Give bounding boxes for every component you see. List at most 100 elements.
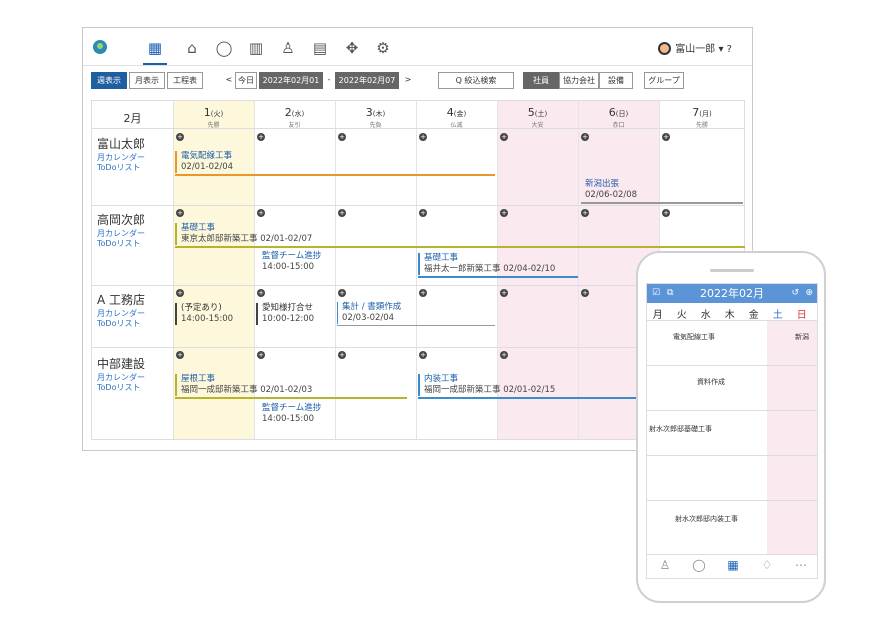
todo-list-link[interactable]: ToDoリスト	[97, 163, 140, 173]
event-card[interactable]: 電気配線工事 02/01-02/04	[175, 151, 233, 173]
add-event-icon[interactable]: +	[419, 209, 427, 217]
undo-icon[interactable]: ↺	[791, 284, 799, 303]
resource-name: 中部建設	[97, 357, 146, 371]
phone-event[interactable]: 新潟	[795, 332, 809, 342]
add-event-icon[interactable]: +	[662, 133, 670, 141]
month-calendar-link[interactable]: 月カレンダー	[97, 373, 145, 383]
date-separator: -	[325, 72, 333, 89]
cross-arrow-icon[interactable]: ✥	[342, 38, 362, 58]
event-card[interactable]: 基礎工事 東京太郎邸新築工事 02/01-02/07	[175, 223, 312, 245]
add-event-icon[interactable]: +	[581, 133, 589, 141]
filter-search-button[interactable]: Q 絞込検索	[438, 72, 514, 89]
phone-event[interactable]: 射水次郎邸基礎工事	[649, 424, 712, 434]
end-date-field[interactable]: 2022年02月07日	[335, 72, 399, 100]
add-event-icon[interactable]: +	[338, 289, 346, 297]
add-event-icon[interactable]: +	[257, 351, 265, 359]
group-filter[interactable]: グループ	[644, 72, 684, 89]
prev-button[interactable]: <	[224, 72, 234, 89]
add-event-icon[interactable]: +	[257, 209, 265, 217]
event-card[interactable]: 監督チーム進捗 14:00-15:00	[258, 403, 321, 425]
day-5[interactable]: 5(土) 大安	[497, 101, 578, 129]
add-event-icon[interactable]: +	[338, 209, 346, 217]
next-button[interactable]: >	[403, 72, 413, 89]
month-view-button[interactable]: 月表示	[129, 72, 165, 89]
event-card[interactable]: 監督チーム進捗 14:00-15:00	[258, 251, 321, 273]
week-view-button[interactable]: 週表示	[91, 72, 127, 89]
equipment-filter[interactable]: 設備	[599, 72, 633, 89]
event-span-bar	[418, 397, 640, 399]
today-button[interactable]: 今日	[235, 72, 257, 89]
event-span-bar	[418, 276, 578, 278]
chat-icon[interactable]: ◯	[689, 558, 709, 572]
day-4[interactable]: 4(金) 仏滅	[416, 101, 497, 129]
add-event-icon[interactable]: +	[500, 209, 508, 217]
check-icon[interactable]: ☑	[652, 284, 660, 303]
partner-filter[interactable]: 協力会社	[559, 72, 599, 89]
event-card[interactable]: 屋根工事 福岡一成邸新築工事 02/01-02/03	[175, 374, 312, 396]
user-dropdown[interactable]: ▾ ?	[718, 44, 732, 55]
add-event-icon[interactable]: +	[419, 289, 427, 297]
day-3[interactable]: 3(木) 先負	[335, 101, 416, 129]
event-span-bar	[175, 397, 407, 399]
phone-event[interactable]: 電気配線工事	[673, 332, 715, 342]
event-card[interactable]: 新潟出張 02/06-02/08	[581, 179, 637, 201]
event-card[interactable]: 愛知様打合せ 10:00-12:00	[256, 303, 314, 325]
staff-filter[interactable]: 社員	[523, 72, 559, 89]
start-date-field[interactable]: 2022年02月01日	[259, 72, 323, 100]
bell-icon[interactable]: ♢	[757, 558, 777, 572]
event-card[interactable]: 基礎工事 福井太一郎新築工事 02/04-02/10	[418, 253, 555, 275]
add-event-icon[interactable]: +	[338, 351, 346, 359]
add-circle-icon[interactable]: ⊕	[805, 284, 813, 303]
document-icon[interactable]: ▤	[310, 38, 330, 58]
people-icon[interactable]: ♙	[655, 558, 675, 572]
process-view-button[interactable]: 工程表	[167, 72, 203, 89]
phone-header: ☑ ⧉ 2022年02月 ↺ ⊕	[647, 284, 817, 303]
add-event-icon[interactable]: +	[176, 351, 184, 359]
weekday-label: 日	[796, 310, 807, 321]
todo-list-link[interactable]: ToDoリスト	[97, 319, 140, 329]
weekday-label: 木	[724, 310, 735, 321]
phone-event[interactable]: 資料作成	[697, 377, 725, 387]
add-event-icon[interactable]: +	[419, 351, 427, 359]
month-calendar-link[interactable]: 月カレンダー	[97, 229, 145, 239]
add-event-icon[interactable]: +	[176, 289, 184, 297]
resource-name: 高岡次郎	[97, 213, 146, 227]
add-event-icon[interactable]: +	[500, 133, 508, 141]
calendar-icon[interactable]: ▦	[143, 38, 167, 65]
add-event-icon[interactable]: +	[581, 289, 589, 297]
todo-list-link[interactable]: ToDoリスト	[97, 239, 140, 249]
add-event-icon[interactable]: +	[176, 209, 184, 217]
add-event-icon[interactable]: +	[419, 133, 427, 141]
day-6[interactable]: 6(日) 赤口	[578, 101, 659, 129]
add-event-icon[interactable]: +	[581, 209, 589, 217]
day-7[interactable]: 7(月) 先勝	[659, 101, 745, 129]
month-calendar-link[interactable]: 月カレンダー	[97, 309, 145, 319]
add-event-icon[interactable]: +	[257, 289, 265, 297]
event-card[interactable]: 集計 / 書類作成 02/03-02/04	[337, 302, 401, 324]
todo-list-link[interactable]: ToDoリスト	[97, 383, 140, 393]
people-icon[interactable]: ♙	[278, 38, 298, 58]
add-event-icon[interactable]: +	[257, 133, 265, 141]
event-card[interactable]: (予定あり) 14:00-15:00	[175, 303, 233, 325]
more-icon[interactable]: ⋯	[791, 558, 811, 572]
book-icon[interactable]: ▥	[246, 38, 266, 58]
weekday-label: 月	[652, 310, 663, 321]
gear-icon[interactable]: ⚙	[373, 38, 393, 58]
add-event-icon[interactable]: +	[662, 209, 670, 217]
day-2[interactable]: 2(水) 友引	[254, 101, 335, 129]
phone-event[interactable]: 射水次郎邸内装工事	[675, 514, 738, 524]
day-1[interactable]: 1(火) 先勝	[173, 101, 254, 129]
user-menu[interactable]: 富山一郎 ▾ ?	[658, 40, 732, 55]
add-event-icon[interactable]: +	[176, 133, 184, 141]
home-icon[interactable]: ⌂	[182, 38, 202, 58]
add-event-icon[interactable]: +	[500, 351, 508, 359]
add-event-icon[interactable]: +	[500, 289, 508, 297]
event-card[interactable]: 内装工事 福岡一成邸新築工事 02/01-02/15	[418, 374, 555, 396]
add-event-icon[interactable]: +	[338, 133, 346, 141]
chat-icon[interactable]: ◯	[214, 38, 234, 58]
copy-icon[interactable]: ⧉	[667, 284, 673, 303]
month-calendar-link[interactable]: 月カレンダー	[97, 153, 145, 163]
weekday-label: 火	[676, 310, 687, 321]
resource-name: 富山太郎	[97, 137, 146, 151]
calendar-icon[interactable]: ▦	[723, 558, 743, 572]
